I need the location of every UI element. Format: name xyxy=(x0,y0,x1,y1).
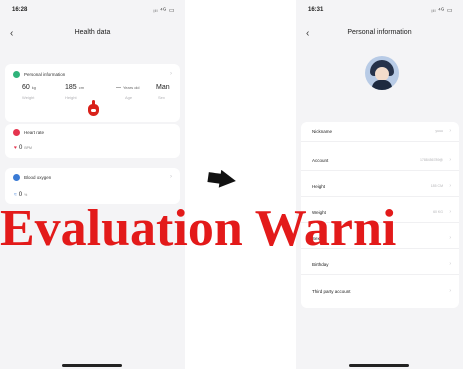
status-time: 16:31 xyxy=(308,7,324,13)
blood-oxygen-value: ≈ 0 % xyxy=(14,192,28,198)
avatar-face xyxy=(375,67,389,81)
heart-icon xyxy=(13,129,20,136)
page-title: Health data xyxy=(74,29,111,36)
heart-rate-title: Heart rate xyxy=(24,130,45,135)
avatar-body xyxy=(372,80,392,90)
avatar[interactable] xyxy=(365,56,399,90)
blood-oxygen-header: Blood oxygen xyxy=(13,174,51,181)
arrow-right-icon xyxy=(207,170,236,188)
heart-rate-card[interactable]: Heart rate ♥ 0 BPM xyxy=(5,124,180,158)
row-label: Weight xyxy=(312,210,326,215)
page-title: Personal information xyxy=(347,29,412,36)
status-bar: 16:31 ᵢₗₗ ⁴ᴳ ▭ xyxy=(296,0,463,22)
row-value: 1788456789@ xyxy=(419,158,443,162)
personal-info-list: Nickname yuuu › Account 1788456789@ › He… xyxy=(301,122,459,308)
chevron-right-icon: › xyxy=(449,183,451,189)
personal-info-title: Personal information xyxy=(24,72,66,77)
sex-label: Sex xyxy=(158,95,165,100)
personal-info-header: Personal information xyxy=(13,71,65,78)
chevron-right-icon: › xyxy=(449,235,451,241)
oxygen-drop-icon xyxy=(13,174,20,181)
row-weight[interactable]: Weight 60 KG › xyxy=(301,203,459,223)
row-value: yuuu xyxy=(435,129,443,133)
row-height[interactable]: Height 185 CM › xyxy=(301,177,459,197)
chevron-right-icon: › xyxy=(170,71,172,77)
age-label: Age xyxy=(125,95,133,100)
tap-hand-icon xyxy=(88,100,99,116)
row-account[interactable]: Account 1788456789@ › xyxy=(301,151,459,171)
sex-value: Man xyxy=(156,84,170,91)
status-icons: ᵢₗₗ ⁴ᴳ ▭ xyxy=(431,8,453,14)
row-label: Third party account xyxy=(312,289,351,294)
row-label: Sex xyxy=(312,236,320,241)
row-sex[interactable]: Sex › xyxy=(301,229,459,249)
nav-bar: ‹ Health data xyxy=(0,26,185,44)
row-label: Nickname xyxy=(312,129,333,134)
age-value: — Years old xyxy=(116,85,140,91)
row-value: 185 CM xyxy=(430,184,443,188)
row-label: Birthday xyxy=(312,262,329,267)
row-birthday[interactable]: Birthday › xyxy=(301,255,459,275)
home-indicator xyxy=(349,364,409,367)
home-indicator xyxy=(62,364,122,367)
chevron-right-icon: › xyxy=(449,261,451,267)
row-third-party-account[interactable]: Third party account › xyxy=(301,282,459,302)
blood-oxygen-title: Blood oxygen xyxy=(24,175,52,180)
status-bar: 16:28 ᵢₗₗ ⁴ᴳ ▭ xyxy=(0,0,185,22)
status-time: 16:28 xyxy=(12,7,28,13)
person-icon xyxy=(13,71,20,78)
personal-info-screen: 16:31 ᵢₗₗ ⁴ᴳ ▭ ‹ Personal information Ni… xyxy=(296,0,463,369)
chevron-right-icon: › xyxy=(449,288,451,294)
heart-rate-value: ♥ 0 BPM xyxy=(14,145,32,151)
chevron-right-icon: › xyxy=(170,174,172,180)
weight-value: 60 kg xyxy=(22,84,37,91)
row-nickname[interactable]: Nickname yuuu › xyxy=(301,122,459,142)
blood-oxygen-card[interactable]: Blood oxygen › ≈ 0 % xyxy=(5,168,180,204)
status-icons: ᵢₗₗ ⁴ᴳ ▭ xyxy=(153,8,175,14)
row-label: Height xyxy=(312,184,326,189)
row-value: 60 KG xyxy=(433,210,443,214)
weight-label: Weight xyxy=(22,95,35,100)
chevron-right-icon: › xyxy=(449,157,451,163)
row-label: Account xyxy=(312,158,329,163)
nav-bar: ‹ Personal information xyxy=(296,26,463,44)
chevron-right-icon: › xyxy=(449,209,451,215)
height-label: Height xyxy=(65,95,77,100)
chevron-right-icon: › xyxy=(449,128,451,134)
health-data-screen: 16:28 ᵢₗₗ ⁴ᴳ ▭ ‹ Health data Personal in… xyxy=(0,0,185,369)
heart-rate-header: Heart rate xyxy=(13,129,44,136)
height-value: 185 cm xyxy=(65,84,85,91)
